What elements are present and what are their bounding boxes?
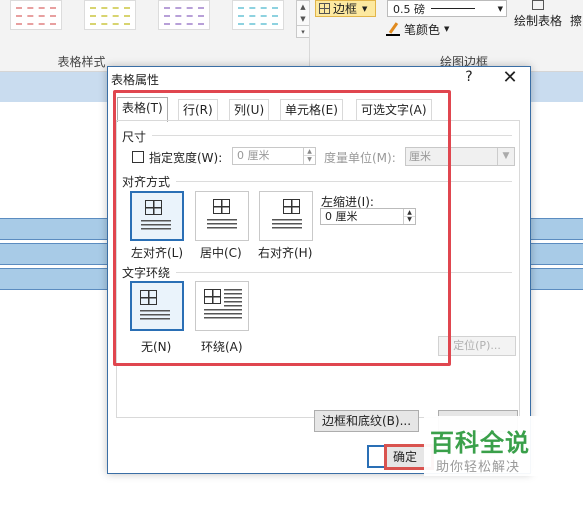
draw-table-icon [532, 0, 544, 10]
pen-color-label: 笔颜色 [404, 22, 441, 37]
ribbon: ▲ ▼ ▾ 表格样式 边框 ▼ 0.5 磅 ▼ 笔颜色 ▼ 绘制表格 擦 绘图边… [0, 0, 583, 72]
chevron-down-icon: ▼ [497, 4, 503, 13]
table-style-thumb[interactable] [84, 0, 136, 30]
scroll-up-icon[interactable]: ▲ [297, 1, 309, 13]
borders-and-shading-button[interactable]: 边框和底纹(B)... [314, 410, 419, 432]
annotation-highlight-box [113, 90, 451, 366]
gallery-more-icon[interactable]: ▾ [297, 25, 309, 37]
pen-weight-select[interactable]: 0.5 磅 ▼ [387, 0, 507, 17]
watermark-subtitle: 助你轻松解决 [436, 460, 521, 475]
borders-icon [319, 3, 330, 14]
gallery-scroll[interactable]: ▲ ▼ ▾ [296, 0, 310, 38]
pen-weight-preview [431, 8, 475, 9]
chevron-down-icon: ▼ [497, 148, 514, 165]
draw-table-button[interactable]: 绘制表格 [510, 0, 566, 40]
table-style-thumb[interactable] [10, 0, 62, 30]
help-button[interactable]: ? [459, 69, 479, 87]
borders-button[interactable]: 边框 ▼ [315, 0, 376, 17]
table-style-thumb[interactable] [232, 0, 284, 30]
chevron-down-icon: ▼ [362, 4, 368, 13]
pen-color-button[interactable]: 笔颜色 ▼ [386, 19, 449, 39]
scroll-down-icon[interactable]: ▼ [297, 13, 309, 25]
table-style-thumb[interactable] [158, 0, 210, 30]
watermark: 百科全说 助你轻松解决 [424, 416, 556, 476]
eraser-button[interactable]: 擦 [570, 12, 582, 29]
chevron-down-icon: ▼ [444, 25, 450, 33]
pen-weight-value: 0.5 磅 [393, 2, 425, 16]
watermark-title: 百科全说 [430, 429, 530, 457]
close-button[interactable]: ✕ [498, 68, 522, 88]
ribbon-divider [309, 2, 310, 68]
pen-icon [386, 22, 400, 36]
dialog-title: 表格属性 [111, 73, 160, 87]
draw-table-label: 绘制表格 [513, 14, 562, 28]
borders-label: 边框 [333, 2, 358, 16]
